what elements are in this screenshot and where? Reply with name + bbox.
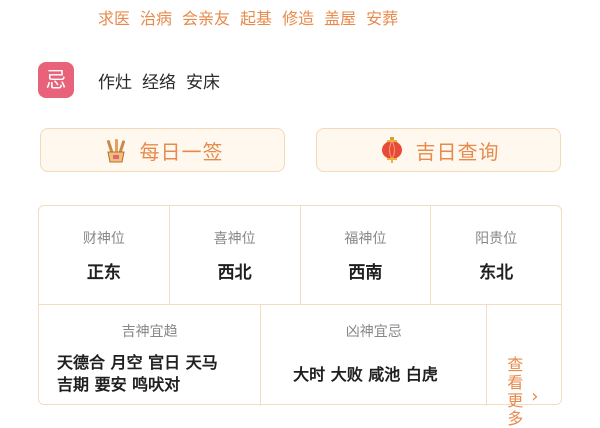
good-gods-title: 吉神宜趋 — [121, 324, 178, 340]
good-gods-list: 天德合 月空 官日 天马 吉期 要安 鸣吠对 — [57, 352, 250, 396]
direction-value: 正东 — [86, 263, 121, 283]
lucky-day-label: 吉日查询 — [415, 139, 500, 164]
direction-title: 福神位 — [344, 231, 387, 247]
good-gods-line: 天德合 月空 官日 天马 — [57, 353, 218, 372]
view-more-label: 查看更多 — [507, 355, 524, 428]
direction-title: 喜神位 — [213, 231, 256, 247]
yi-item: 治病 — [140, 9, 173, 28]
direction-value: 西北 — [217, 263, 252, 283]
ji-item: 作灶 — [98, 72, 132, 93]
yi-item: 会亲友 — [182, 9, 231, 28]
view-more-button[interactable]: 查看更多 › — [487, 304, 561, 428]
daily-fortune-button[interactable]: 每日一签 — [40, 128, 285, 172]
direction-title: 财神位 — [82, 231, 125, 247]
direction-noble: 阳贵位 东北 — [431, 206, 561, 304]
yi-item: 盖屋 — [324, 9, 357, 28]
direction-fortune: 福神位 西南 — [301, 206, 432, 304]
yi-item: 修造 — [282, 9, 315, 28]
bad-gods-line: 大时 大败 咸池 白虎 — [293, 365, 438, 384]
ji-list: 作灶 经络 安床 — [98, 66, 220, 94]
god-row: 吉神宜趋 天德合 月空 官日 天马 吉期 要安 鸣吠对 凶神宜忌 大时 大败 咸… — [39, 304, 561, 428]
lantern-icon — [378, 136, 406, 164]
direction-value: 东北 — [479, 263, 514, 283]
bad-gods-title: 凶神宜忌 — [345, 324, 402, 340]
direction-value: 西南 — [348, 263, 383, 283]
ji-badge: 忌 — [38, 62, 74, 98]
good-gods-cell: 吉神宜趋 天德合 月空 官日 天马 吉期 要安 鸣吠对 — [39, 304, 262, 406]
chevron-right-icon: › — [531, 386, 539, 407]
yi-item: 起基 — [240, 9, 273, 28]
ji-item: 安床 — [186, 72, 220, 93]
daily-fortune-label: 每日一签 — [139, 139, 224, 164]
ji-item: 经络 — [142, 72, 176, 93]
fortune-sticks-icon — [102, 136, 130, 164]
bad-gods-list: 大时 大败 咸池 白虎 — [293, 364, 476, 386]
info-panel: 财神位 正东 喜神位 西北 福神位 西南 阳贵位 东北 吉神宜趋 天德合 月空 … — [38, 205, 562, 428]
direction-row: 财神位 正东 喜神位 西北 福神位 西南 阳贵位 东北 — [39, 206, 561, 305]
yi-list: 求医 治病 会亲友 起基 修造 盖屋 安葬 — [98, 4, 398, 30]
direction-wealth: 财神位 正东 — [39, 206, 170, 304]
good-gods-line: 吉期 要安 鸣吠对 — [57, 375, 181, 394]
direction-joy: 喜神位 西北 — [170, 206, 301, 304]
direction-title: 阳贵位 — [475, 231, 518, 247]
bad-gods-cell: 凶神宜忌 大时 大败 咸池 白虎 — [261, 304, 488, 406]
lucky-day-search-button[interactable]: 吉日查询 — [316, 128, 561, 172]
yi-item: 求医 — [98, 9, 131, 28]
yi-item: 安葬 — [366, 9, 399, 28]
